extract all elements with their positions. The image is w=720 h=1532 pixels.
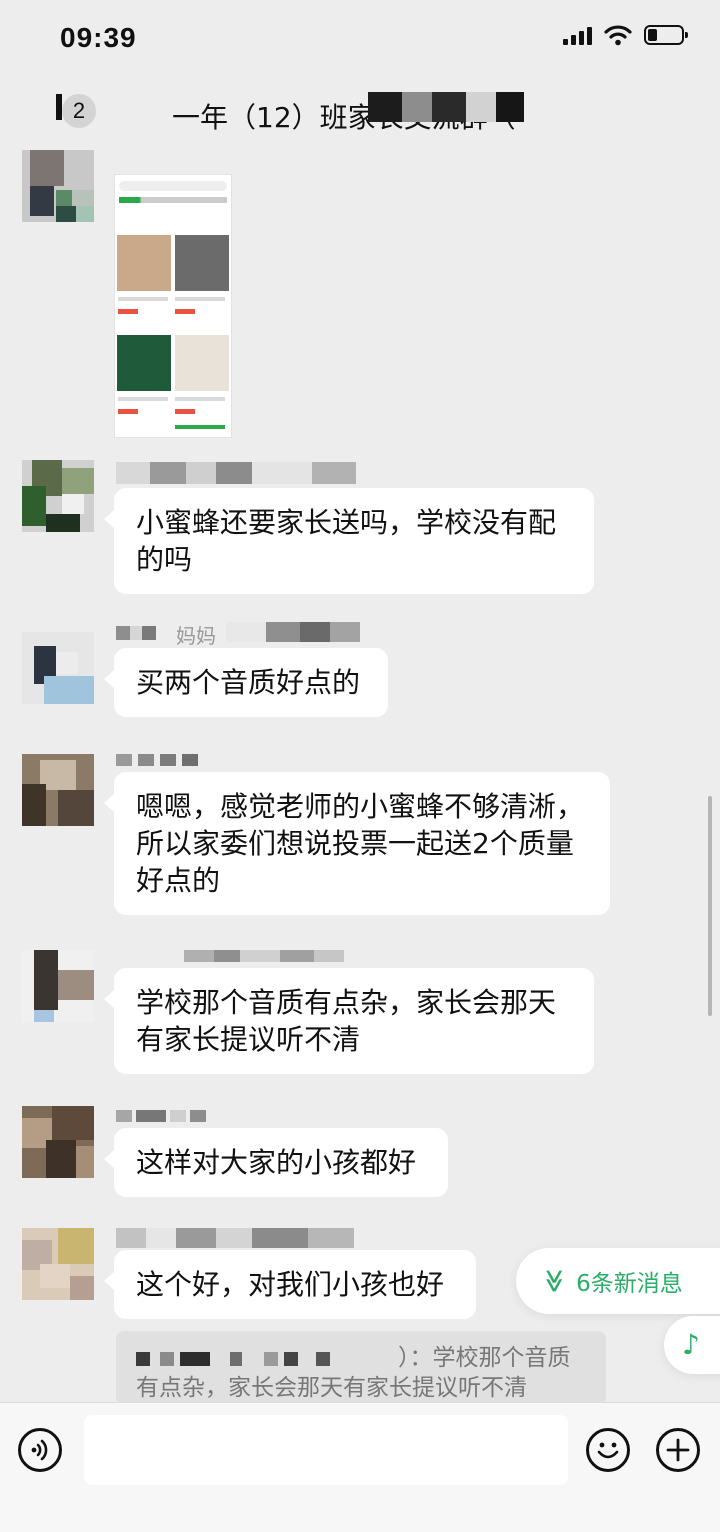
avatar[interactable] [22, 1106, 94, 1178]
thumb-product [117, 335, 171, 391]
plus-glyph-icon [666, 1438, 690, 1462]
thumb-price [175, 309, 195, 314]
wifi-icon [604, 25, 632, 46]
quoted-text: ）：学校那个音质 [398, 1345, 571, 1371]
nickname-redaction-mosaic [116, 1228, 354, 1250]
scrollbar[interactable] [708, 796, 712, 1016]
avatar[interactable] [22, 632, 94, 704]
avatar[interactable] [22, 150, 94, 222]
thumb-searchbar [119, 181, 227, 191]
avatar[interactable] [22, 950, 94, 1022]
nickname-redaction-mosaic [116, 750, 216, 768]
double-chevron-down-icon: ≫ [541, 1268, 568, 1294]
thumb-product [175, 335, 229, 391]
chat-header: 2 一年（12）班家长交流群（ [0, 80, 720, 152]
quote-sender-redaction-mosaic [136, 1348, 398, 1370]
avatar[interactable] [22, 754, 94, 826]
thumb-tabs [119, 197, 227, 203]
avatar[interactable] [22, 460, 94, 532]
shared-image-thumbnail[interactable] [114, 174, 232, 438]
thumb-line [175, 397, 225, 401]
message-bubble[interactable]: 学校那个音质有点杂，家长会那天有家长提议听不清 [104, 968, 594, 1074]
message-input[interactable] [84, 1415, 568, 1485]
message-bubble[interactable]: 嗯嗯，感觉老师的小蜜蜂不够清淅，所以家委们想说投票一起送2个质量好点的 [104, 772, 610, 915]
message-bubble[interactable]: 小蜜蜂还要家长送吗，学校没有配的吗 [104, 488, 594, 594]
thumb-line [118, 297, 168, 301]
status-icons [563, 24, 688, 46]
nickname-redaction-mosaic [116, 462, 356, 484]
thumb-price [118, 409, 138, 414]
smiley-face-icon [597, 1442, 619, 1459]
message-bubble[interactable]: 买两个音质好点的 [104, 648, 388, 717]
sender-nickname: 妈妈 [176, 624, 216, 648]
quoted-reply[interactable]: ）：学校那个音质 有点杂，家长会那天有家长提议听不清 [116, 1331, 606, 1405]
message-bubble[interactable]: 这样对大家的小孩都好 [104, 1128, 448, 1197]
emoji-icon[interactable] [586, 1428, 630, 1472]
plus-icon[interactable] [656, 1428, 700, 1472]
music-float-button[interactable]: ♪ [664, 1316, 720, 1374]
thumb-price [118, 309, 138, 314]
thumb-line [175, 425, 225, 429]
new-messages-button[interactable]: ≫ 6条新消息 [516, 1248, 720, 1314]
quoted-text: 有点杂，家长会那天有家长提议听不清 [136, 1375, 527, 1401]
cellular-signal-icon [563, 25, 592, 45]
battery-icon [644, 25, 688, 45]
music-note-icon: ♪ [682, 1328, 700, 1361]
voice-icon[interactable] [18, 1428, 62, 1472]
new-messages-label: 6条新消息 [576, 1271, 683, 1297]
thumb-line [175, 297, 225, 301]
thumb-product [175, 235, 229, 291]
nickname-redaction-mosaic [116, 622, 172, 642]
input-bar [0, 1402, 720, 1532]
voice-waves-icon [31, 1439, 48, 1461]
unread-back-badge[interactable]: 2 [62, 94, 96, 128]
message-bubble[interactable]: 这个好，对我们小孩也好 [104, 1250, 476, 1319]
thumb-price [175, 409, 195, 414]
nickname-redaction-mosaic [116, 1106, 216, 1122]
thumb-line [118, 397, 168, 401]
status-time: 09:39 [60, 22, 137, 53]
nickname-redaction-mosaic [184, 950, 356, 964]
nickname-redaction-mosaic [226, 622, 360, 642]
title-redaction-mosaic [368, 92, 552, 122]
thumb-product [117, 235, 171, 291]
status-bar: 09:39 [0, 0, 720, 80]
avatar[interactable] [22, 1228, 94, 1300]
